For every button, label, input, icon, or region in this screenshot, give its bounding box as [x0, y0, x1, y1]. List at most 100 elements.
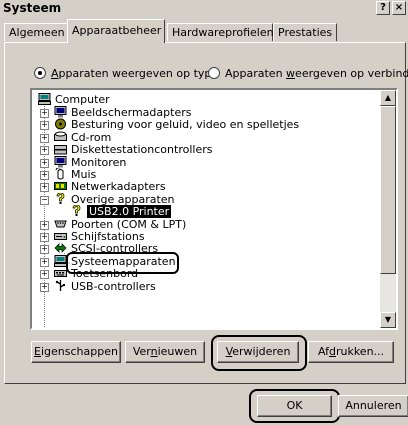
expand-icon[interactable]: + [40, 282, 49, 292]
tab-prestaties[interactable]: Prestaties [273, 23, 337, 41]
tree-category[interactable]: Systeemapparaten [54, 254, 176, 268]
tree-item-selected[interactable]: USB2.0 Printer [70, 205, 172, 219]
floppy-controller-icon [54, 145, 67, 155]
tree-item-label: SCSI-controllers [71, 242, 159, 256]
tab-apparaatbeheer[interactable]: Apparaatbeheer [67, 19, 165, 43]
radio-label-accesskey: w [286, 67, 296, 80]
tree-category[interactable]: Cd-rom [54, 131, 111, 144]
button-label: ieuwen [157, 345, 198, 358]
tree-category[interactable]: USB-controllers [54, 279, 156, 293]
port-icon [54, 220, 67, 228]
system-icon [54, 254, 67, 267]
radio-label-accesskey: A [51, 67, 59, 80]
tree-item-label: Toetsenbord [71, 267, 139, 281]
tab-hardwareprofielen[interactable]: Hardwareprofielen [167, 23, 274, 41]
expand-icon[interactable]: + [40, 233, 49, 242]
scroll-up-button[interactable]: ▲ [380, 90, 396, 106]
title-bar: Systeem ? × [0, 0, 408, 18]
radio-unchecked-icon [208, 67, 220, 79]
scroll-thumb[interactable] [380, 106, 396, 274]
tree-category[interactable]: Diskettestationcontrollers [54, 143, 212, 156]
tree-scrollbar[interactable]: ▲ ▼ [380, 90, 396, 328]
device-tree[interactable]: Computer + Beeldschermadapters + Besturing … [30, 88, 398, 330]
sound-icon [55, 118, 66, 130]
tree-category[interactable]: Beeldschermadapters [54, 106, 191, 119]
expand-icon[interactable]: + [40, 257, 49, 267]
mouse-icon [55, 168, 64, 180]
radio-label: eergeven op verbinding [295, 67, 408, 80]
tree-item-label: Overige apparaten [71, 192, 175, 206]
tree-item-label: USB-controllers [71, 279, 156, 293]
radio-label: Apparaten [225, 67, 287, 80]
button-label-accesskey: d [328, 345, 336, 358]
unknown-device-icon [56, 192, 65, 204]
tree-item-label: USB2.0 Printer [87, 205, 172, 219]
expand-icon[interactable]: + [40, 121, 49, 131]
expand-icon[interactable]: + [40, 158, 49, 168]
tree-category[interactable]: Schijfstations [54, 230, 145, 243]
keyboard-icon [54, 270, 67, 278]
unknown-device-icon [72, 205, 81, 217]
button-label-accesskey: n [150, 345, 158, 358]
collapse-icon[interactable]: − [40, 195, 49, 205]
print-button[interactable]: Afdrukken... [308, 341, 394, 363]
button-label: Ver [132, 345, 151, 358]
ok-button[interactable]: OK [257, 395, 332, 417]
cdrom-icon [54, 131, 67, 141]
tree-item-label: Netwerkadapters [71, 180, 166, 194]
tab-algemeen[interactable]: Algemeen [4, 23, 68, 41]
tree-item-label: Poorten (COM & LPT) [71, 217, 187, 231]
expand-icon[interactable]: + [40, 270, 49, 280]
device-tree-content: Computer + Beeldschermadapters + Besturing … [32, 90, 380, 328]
tree-category[interactable]: Besturing voor geluid, video en spelletj… [54, 118, 299, 131]
tree-item-label: Systeemapparaten [71, 254, 176, 268]
expand-icon[interactable]: + [40, 133, 49, 143]
tree-root-label: Computer [55, 93, 110, 106]
tree-item-label: Schijfstations [71, 230, 145, 243]
radio-checked-icon [34, 67, 46, 79]
tree-category[interactable]: Muis [54, 168, 96, 181]
tree-category[interactable]: Monitoren [54, 155, 127, 169]
monitor-icon [54, 155, 67, 168]
cancel-button[interactable]: Annuleren [338, 395, 408, 417]
expand-icon[interactable]: + [40, 171, 49, 180]
expand-icon[interactable]: + [40, 245, 49, 255]
expand-icon[interactable]: + [40, 146, 49, 156]
expand-icon[interactable]: + [40, 183, 49, 193]
refresh-button[interactable]: Vernieuwen [125, 341, 205, 363]
radio-by-connection[interactable]: Apparaten weergeven op verbinding [208, 67, 408, 83]
button-label: rukken... [335, 345, 385, 358]
network-icon [54, 182, 67, 191]
tree-category[interactable]: Netwerkadapters [54, 180, 166, 193]
tree-category[interactable]: Poorten (COM & LPT) [54, 218, 186, 231]
tree-root[interactable]: Computer [38, 93, 110, 106]
usb-icon [55, 279, 65, 291]
scroll-down-button[interactable]: ▼ [380, 312, 396, 328]
button-label-accesskey: E [34, 345, 41, 358]
tree-item-label: Diskettestationcontrollers [71, 143, 213, 157]
button-label: erwijderen [232, 345, 291, 358]
tree-category[interactable]: Overige apparaten [54, 192, 175, 206]
monitor-icon [54, 106, 67, 118]
computer-icon [38, 93, 51, 105]
expand-icon[interactable]: + [40, 109, 49, 118]
close-button[interactable]: × [392, 1, 406, 15]
window-title: Systeem [3, 1, 62, 15]
remove-button[interactable]: Verwijderen [217, 341, 299, 363]
radio-label: pparaten weergeven op type [58, 67, 219, 80]
tree-item-label: Monitoren [71, 155, 127, 169]
device-manager-panel: Apparaten weergeven op type Apparaten we… [4, 42, 408, 384]
tree-category[interactable]: Toetsenbord [54, 267, 138, 280]
tab-strip: Algemeen Apparaatbeheer Hardwareprofiele… [4, 18, 408, 44]
tree-item-label: Cd-rom [71, 130, 112, 144]
disk-icon [54, 233, 67, 240]
button-label: igenschappen [40, 345, 118, 358]
button-label: Af [317, 345, 329, 358]
help-button[interactable]: ? [376, 1, 390, 15]
tree-category[interactable]: SCSI-controllers [54, 242, 158, 255]
tree-item-label: Beeldschermadapters [71, 106, 192, 119]
scsi-icon [54, 243, 67, 254]
expand-icon[interactable]: + [40, 220, 49, 230]
properties-button[interactable]: Eigenschappen [31, 341, 121, 363]
radio-by-type[interactable]: Apparaten weergeven op type [34, 67, 218, 83]
